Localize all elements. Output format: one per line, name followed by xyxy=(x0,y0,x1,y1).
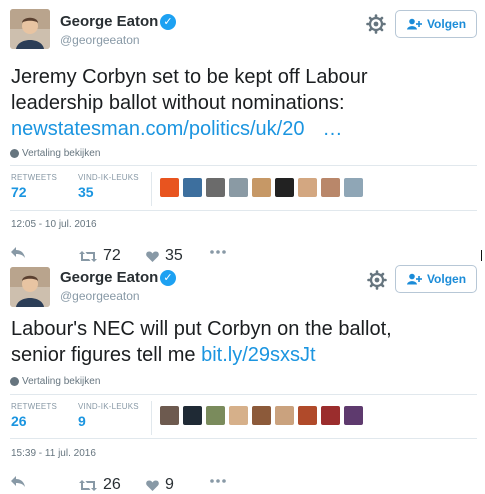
username[interactable]: @georgeeaton xyxy=(60,289,140,303)
like-button[interactable]: 9 xyxy=(146,476,174,494)
liker-avatar[interactable] xyxy=(252,406,271,425)
tweet-link[interactable]: newstatesman.com/politics/uk/20 xyxy=(11,118,304,140)
tweet-text-line: Jeremy Corbyn set to be kept off Labour xyxy=(11,66,368,88)
likes-count: 9 xyxy=(78,413,86,429)
liker-avatar[interactable] xyxy=(275,178,294,197)
liker-avatar[interactable] xyxy=(321,406,340,425)
translate-label: Vertaling bekijken xyxy=(22,148,101,159)
liker-avatar[interactable] xyxy=(229,178,248,197)
add-user-icon xyxy=(406,273,422,285)
username[interactable]: @georgeeaton xyxy=(60,33,140,47)
display-name[interactable]: George Eaton xyxy=(60,13,158,30)
retweets-count: 72 xyxy=(11,184,27,200)
likes-stat[interactable]: VIND-IK-LEUKS 35 xyxy=(78,173,139,200)
add-user-icon xyxy=(406,18,422,30)
gear-icon[interactable] xyxy=(366,14,386,34)
more-icon xyxy=(210,479,226,483)
reply-button[interactable] xyxy=(11,247,25,258)
globe-icon xyxy=(10,149,19,158)
tweet-text: Jeremy Corbyn set to be kept off Labour … xyxy=(11,64,481,142)
reply-icon xyxy=(11,476,25,487)
retweets-stat[interactable]: RETWEETS 26 xyxy=(11,402,57,429)
liker-avatar[interactable] xyxy=(183,406,202,425)
retweets-stat[interactable]: RETWEETS 72 xyxy=(11,173,57,200)
tweet-text-line: Labour's NEC will put Corbyn on the ball… xyxy=(11,318,392,340)
liker-avatar[interactable] xyxy=(183,178,202,197)
reply-icon xyxy=(11,247,25,258)
follow-button[interactable]: Volgen xyxy=(395,10,477,38)
retweet-button[interactable]: 26 xyxy=(79,476,121,494)
retweets-count: 26 xyxy=(11,413,27,429)
avatar[interactable] xyxy=(10,9,50,49)
verified-icon: ✓ xyxy=(160,270,176,286)
retweets-label: RETWEETS xyxy=(11,402,58,411)
liker-avatar[interactable] xyxy=(298,406,317,425)
liker-avatar[interactable] xyxy=(344,406,363,425)
liker-avatars xyxy=(160,406,363,425)
follow-label: Volgen xyxy=(426,17,467,31)
tweet-text-line: senior figures tell me xyxy=(11,344,196,366)
liker-avatar[interactable] xyxy=(206,406,225,425)
translate-label: Vertaling bekijken xyxy=(22,376,101,387)
liker-avatar[interactable] xyxy=(275,406,294,425)
stats-separator xyxy=(151,172,152,206)
liker-avatar[interactable] xyxy=(344,178,363,197)
tweet-link-ellipsis: … xyxy=(322,118,343,140)
tweet-link[interactable]: bit.ly/29sxsJt xyxy=(201,344,315,366)
follow-label: Volgen xyxy=(426,272,467,286)
more-button[interactable] xyxy=(210,250,226,254)
translate-link[interactable]: Vertaling bekijken xyxy=(10,148,100,159)
timestamp[interactable]: 12:05 - 10 jul. 2016 xyxy=(11,219,97,230)
tweet-2: George Eaton ✓ @georgeeaton Volgen Labou… xyxy=(0,258,485,494)
verified-icon: ✓ xyxy=(160,14,176,30)
retweet-icon xyxy=(79,479,97,491)
retweets-label: RETWEETS xyxy=(11,173,58,182)
reply-button[interactable] xyxy=(11,476,25,487)
more-button[interactable] xyxy=(210,479,226,483)
translate-link[interactable]: Vertaling bekijken xyxy=(10,376,100,387)
tweet-1: George Eaton ✓ @georgeeaton Volgen Jerem… xyxy=(0,0,485,264)
liker-avatars xyxy=(160,178,363,197)
divider xyxy=(10,394,477,395)
heart-icon xyxy=(146,480,159,491)
tweet-text-line: leadership ballot without nominations: xyxy=(11,92,345,114)
timestamp[interactable]: 15:39 - 11 jul. 2016 xyxy=(11,448,96,459)
liker-avatar[interactable] xyxy=(229,406,248,425)
liker-avatar[interactable] xyxy=(252,178,271,197)
like-count: 9 xyxy=(165,476,174,493)
avatar[interactable] xyxy=(10,267,50,307)
tweet-text: Labour's NEC will put Corbyn on the ball… xyxy=(11,316,481,368)
divider xyxy=(10,210,477,211)
divider xyxy=(10,438,477,439)
text-cursor xyxy=(481,250,482,261)
divider xyxy=(10,165,477,166)
likes-label: VIND-IK-LEUKS xyxy=(78,402,139,411)
stats-separator xyxy=(151,401,152,435)
more-icon xyxy=(210,250,226,254)
likes-count: 35 xyxy=(78,184,94,200)
display-name[interactable]: George Eaton xyxy=(60,269,158,286)
liker-avatar[interactable] xyxy=(298,178,317,197)
follow-button[interactable]: Volgen xyxy=(395,265,477,293)
likes-stat[interactable]: VIND-IK-LEUKS 9 xyxy=(78,402,139,429)
liker-avatar[interactable] xyxy=(206,178,225,197)
liker-avatar[interactable] xyxy=(321,178,340,197)
liker-avatar[interactable] xyxy=(160,178,179,197)
retweet-count: 26 xyxy=(103,476,121,493)
gear-icon[interactable] xyxy=(367,270,387,290)
globe-icon xyxy=(10,377,19,386)
likes-label: VIND-IK-LEUKS xyxy=(78,173,139,182)
liker-avatar[interactable] xyxy=(160,406,179,425)
